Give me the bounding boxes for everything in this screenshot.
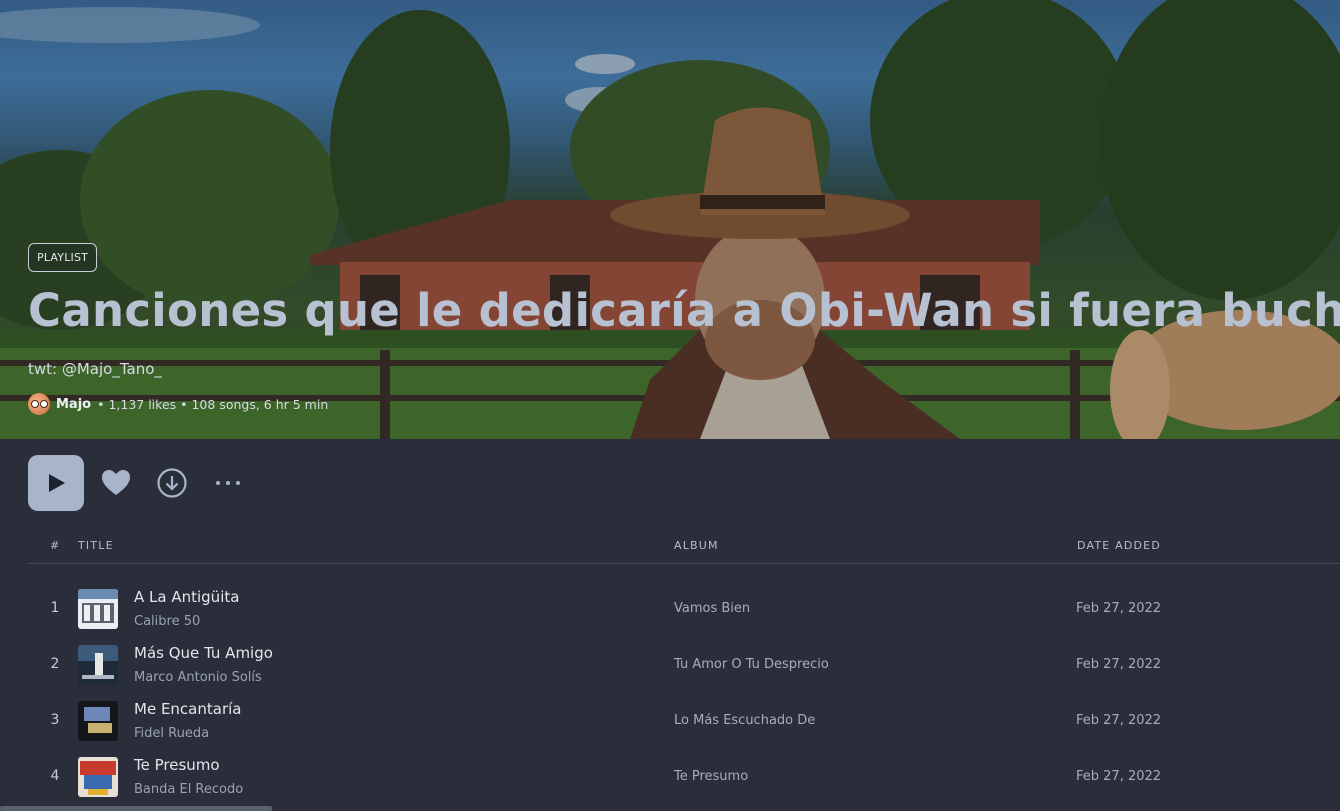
page-title: Canciones que le dedicaría a Obi-Wan si … <box>28 284 1340 337</box>
track-album[interactable]: Lo Más Escuchado De <box>674 713 815 728</box>
track-date-added: Feb 27, 2022 <box>1076 769 1162 784</box>
track-title[interactable]: Me Encantaría <box>134 700 241 718</box>
download-button[interactable] <box>156 467 188 499</box>
track-artist[interactable]: Banda El Recodo <box>134 782 243 797</box>
track-artist[interactable]: Marco Antonio Solís <box>134 670 262 685</box>
album-cover <box>78 701 118 741</box>
column-album[interactable]: ALBUM <box>674 539 719 552</box>
column-number: # <box>50 539 61 552</box>
owner-link[interactable]: Majo <box>56 397 91 412</box>
track-list: 1 A La Antigüita Calibre 50 Vamos Bien F… <box>28 581 1340 805</box>
column-title[interactable]: TITLE <box>78 539 114 552</box>
more-icon <box>216 481 240 485</box>
track-number: 1 <box>50 600 60 616</box>
track-title[interactable]: Te Presumo <box>134 756 220 774</box>
track-album[interactable]: Te Presumo <box>674 769 748 784</box>
playlist-description: twt: @Majo_Tano_ <box>28 360 162 378</box>
track-number: 3 <box>50 712 60 728</box>
table-row[interactable]: 2 Más Que Tu Amigo Marco Antonio Solís T… <box>28 637 1340 693</box>
album-cover <box>78 645 118 685</box>
track-date-added: Feb 27, 2022 <box>1076 713 1162 728</box>
track-artist[interactable]: Calibre 50 <box>134 614 200 629</box>
action-bar <box>28 455 244 511</box>
track-album[interactable]: Vamos Bien <box>674 601 750 616</box>
playlist-type-badge: PLAYLIST <box>28 243 98 272</box>
track-title[interactable]: Más Que Tu Amigo <box>134 644 273 662</box>
track-number: 2 <box>50 656 60 672</box>
heart-icon <box>102 470 130 495</box>
playlist-meta: Majo • 1,137 likes • 108 songs, 6 hr 5 m… <box>28 393 328 415</box>
play-icon <box>49 474 65 492</box>
table-row[interactable]: 1 A La Antigüita Calibre 50 Vamos Bien F… <box>28 581 1340 637</box>
track-title[interactable]: A La Antigüita <box>134 588 239 606</box>
track-number: 4 <box>50 768 60 784</box>
track-date-added: Feb 27, 2022 <box>1076 601 1162 616</box>
playlist-header: PLAYLIST Canciones que le dedicaría a Ob… <box>0 0 1340 439</box>
download-icon <box>157 468 187 498</box>
playlist-stats: • 1,137 likes • 108 songs, 6 hr 5 min <box>97 396 329 412</box>
track-table-header: # TITLE ALBUM DATE ADDED <box>28 535 1340 564</box>
more-options-button[interactable] <box>212 467 244 499</box>
like-button[interactable] <box>100 467 132 499</box>
play-button[interactable] <box>28 455 84 511</box>
track-date-added: Feb 27, 2022 <box>1076 657 1162 672</box>
track-album[interactable]: Tu Amor O Tu Desprecio <box>674 657 829 672</box>
album-cover <box>78 757 118 797</box>
table-row[interactable]: 4 Te Presumo Banda El Recodo Te Presumo … <box>28 749 1340 805</box>
album-cover <box>78 589 118 629</box>
track-artist[interactable]: Fidel Rueda <box>134 726 209 741</box>
column-date-added[interactable]: DATE ADDED <box>1077 539 1161 552</box>
horizontal-scrollbar[interactable] <box>0 806 272 811</box>
avatar[interactable] <box>28 393 50 415</box>
table-row[interactable]: 3 Me Encantaría Fidel Rueda Lo Más Escuc… <box>28 693 1340 749</box>
